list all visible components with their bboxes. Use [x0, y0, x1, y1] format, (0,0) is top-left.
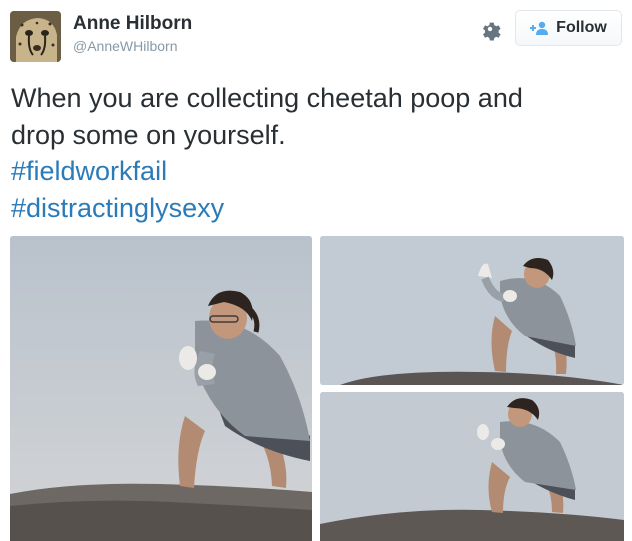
screen-name[interactable]: @AnneWHilborn: [73, 38, 177, 54]
tweet-photo-main[interactable]: [10, 236, 312, 541]
tweet-header: Anne Hilborn @AnneWHilborn Follow: [0, 0, 632, 70]
add-user-icon: [530, 21, 549, 35]
follow-label: Follow: [556, 19, 607, 36]
gear-icon[interactable]: [478, 17, 502, 41]
photo-woman-gesturing: [320, 236, 624, 385]
cheetah-avatar-icon: [10, 11, 61, 62]
photo-woman-examining: [320, 392, 624, 541]
tweet-text-line: When you are collecting cheetah poop and: [11, 83, 523, 113]
photo-woman-crouching: [10, 236, 312, 541]
hashtag-link[interactable]: #distractinglysexy: [11, 190, 621, 227]
tweet-photo-top-right[interactable]: [320, 236, 624, 385]
tweet-photo-bottom-right[interactable]: [320, 392, 624, 541]
hashtag-link[interactable]: #fieldworkfail: [11, 153, 621, 190]
follow-button[interactable]: Follow: [515, 10, 622, 46]
tweet-text-line: drop some on yourself.: [11, 119, 286, 150]
tweet-text: When you are collecting cheetah poop and…: [11, 80, 621, 226]
display-name[interactable]: Anne Hilborn: [73, 13, 192, 35]
avatar[interactable]: [10, 11, 61, 62]
